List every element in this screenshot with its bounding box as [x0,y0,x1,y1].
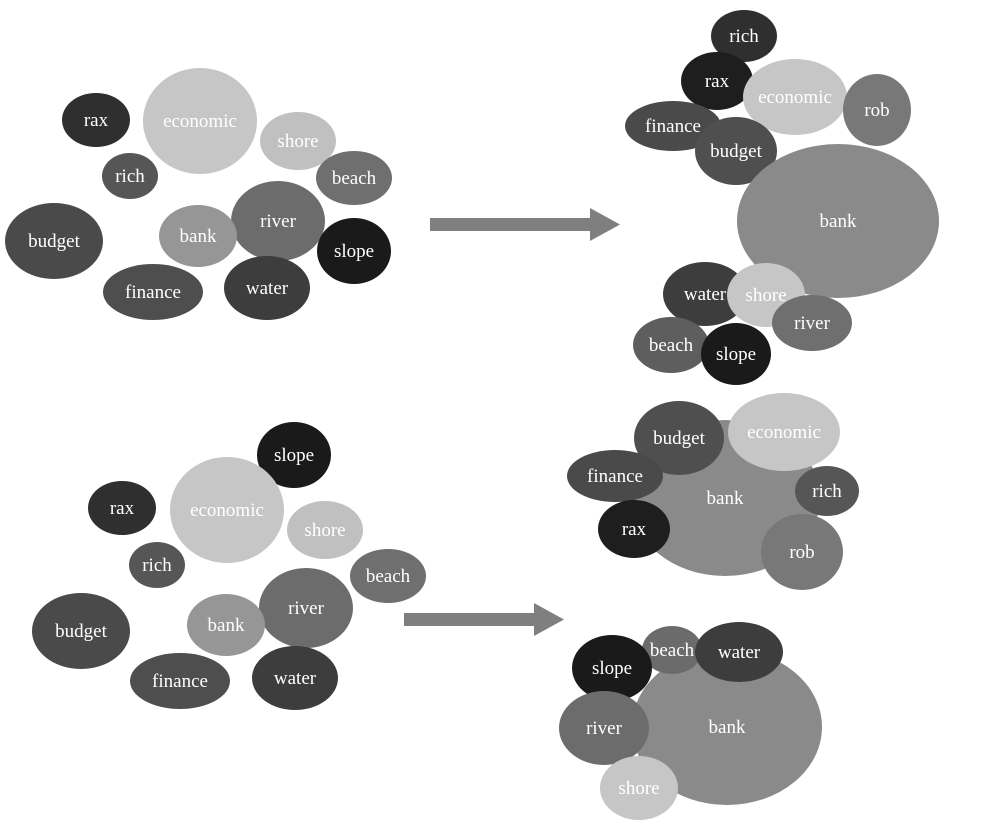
diagram-canvas: rax economic shore rich beach river bank budget… [0,0,1000,832]
node-label: shore [618,777,660,799]
node-shore[interactable]: shore [600,756,678,820]
node-label: water [717,641,761,663]
node-label: river [586,717,622,739]
arrow-top-icon [430,207,620,242]
arrow-bottom-icon [404,602,564,637]
node-river[interactable]: river [559,691,649,765]
node-label: beach [649,639,695,661]
node-label: slope [591,657,633,679]
node-water[interactable]: water [695,622,783,682]
bottom-right-output-cluster-river: bank beach water slope river shore [0,0,1000,832]
node-label: bank [708,716,746,738]
